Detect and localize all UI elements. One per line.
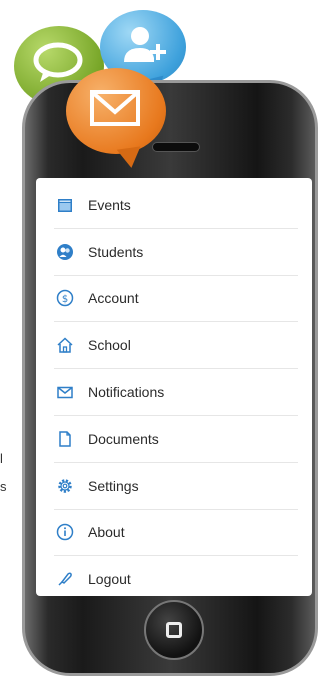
side-text-2: s bbox=[0, 479, 7, 494]
calendar-icon bbox=[56, 196, 74, 214]
house-icon bbox=[56, 336, 74, 354]
menu-label-school: School bbox=[88, 337, 131, 354]
dollar-icon: $ bbox=[56, 289, 74, 307]
menu-label-logout: Logout bbox=[88, 571, 131, 588]
gear-icon bbox=[56, 477, 74, 495]
mail-bubble-icon bbox=[66, 68, 166, 154]
menu-label-events: Events bbox=[88, 196, 131, 213]
home-button[interactable] bbox=[144, 600, 204, 660]
logout-icon bbox=[56, 570, 74, 588]
info-icon bbox=[56, 523, 74, 541]
menu-label-account: Account bbox=[88, 290, 139, 307]
menu-label-documents: Documents bbox=[88, 430, 159, 447]
menu-item-school[interactable]: School bbox=[54, 322, 298, 370]
menu-label-about: About bbox=[88, 524, 125, 541]
menu-item-about[interactable]: About bbox=[54, 510, 298, 557]
phone-screen: Events Students $ Account School Notific… bbox=[36, 178, 312, 596]
menu-item-notifications[interactable]: Notifications bbox=[54, 369, 298, 416]
home-square-icon bbox=[166, 622, 182, 638]
menu-item-events[interactable]: Events bbox=[54, 182, 298, 229]
menu-label-notifications: Notifications bbox=[88, 384, 165, 401]
menu-item-documents[interactable]: Documents bbox=[54, 416, 298, 463]
menu-item-account[interactable]: $ Account bbox=[54, 276, 298, 323]
document-icon bbox=[56, 430, 74, 448]
navigation-menu: Events Students $ Account School Notific… bbox=[54, 182, 298, 602]
menu-label-students: Students bbox=[88, 243, 144, 260]
menu-item-logout[interactable]: Logout bbox=[54, 556, 298, 602]
menu-item-students[interactable]: Students bbox=[54, 229, 298, 276]
menu-label-settings: Settings bbox=[88, 477, 139, 494]
students-icon bbox=[56, 243, 74, 261]
svg-text:$: $ bbox=[62, 294, 68, 305]
envelope-icon bbox=[56, 383, 74, 401]
menu-item-settings[interactable]: Settings bbox=[54, 463, 298, 510]
side-text-1: l bbox=[0, 451, 3, 466]
